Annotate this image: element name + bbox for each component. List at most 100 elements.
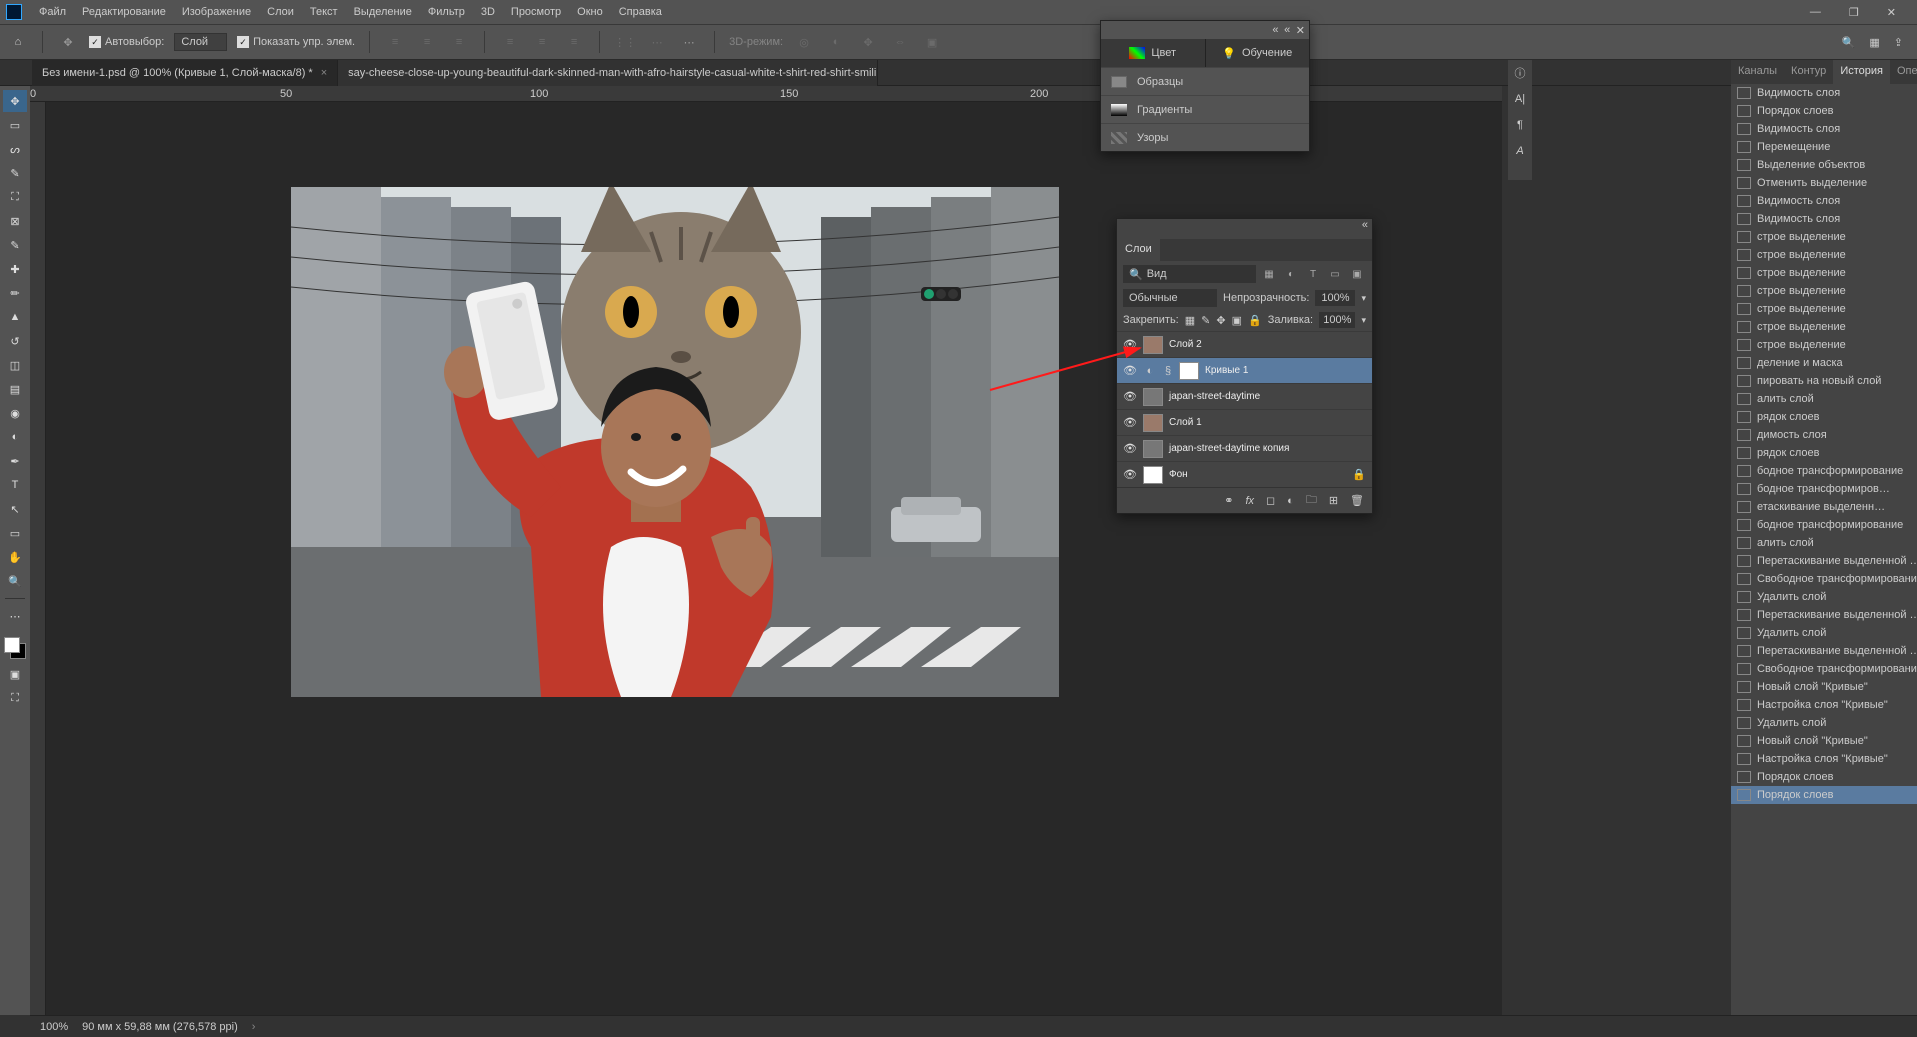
align-center-h-icon[interactable]: ≡: [416, 31, 438, 53]
layer-name[interactable]: Фон: [1169, 469, 1188, 480]
foreground-color[interactable]: [4, 637, 20, 653]
layer-name[interactable]: japan-street-daytime копия: [1169, 443, 1289, 454]
screen-mode-icon[interactable]: ⛶: [3, 687, 27, 709]
chevron-down-icon[interactable]: ▾: [1361, 315, 1366, 326]
hand-tool[interactable]: ✋: [3, 546, 27, 568]
lock-move-icon[interactable]: ✥: [1216, 314, 1225, 327]
visibility-icon[interactable]: 👁: [1123, 364, 1137, 377]
layer-fx-icon[interactable]: fx: [1245, 495, 1254, 507]
history-item[interactable]: Новый слой "Кривые": [1731, 732, 1917, 750]
layer-row[interactable]: 👁◐§Кривые 1: [1117, 357, 1372, 383]
menu-layers[interactable]: Слои: [260, 3, 301, 21]
history-item[interactable]: Отменить выделение: [1731, 174, 1917, 192]
history-item[interactable]: Настройка слоя "Кривые": [1731, 696, 1917, 714]
history-list[interactable]: Видимость слоя Порядок слоев Видимость сло…: [1731, 84, 1917, 1037]
lock-all-icon[interactable]: 🔒: [1248, 314, 1262, 327]
layer-thumb[interactable]: [1143, 414, 1163, 432]
layer-row[interactable]: 👁 Слой 1: [1117, 409, 1372, 435]
layers-tab[interactable]: Слои: [1117, 239, 1160, 261]
menu-filter[interactable]: Фильтр: [421, 3, 472, 21]
history-item[interactable]: строе выделение: [1731, 336, 1917, 354]
delete-layer-icon[interactable]: 🗑: [1350, 494, 1364, 507]
history-item[interactable]: Перетаскивание выделенной …: [1731, 552, 1917, 570]
chevron-down-icon[interactable]: ▾: [1361, 293, 1366, 304]
3d-roll-icon[interactable]: ◐: [825, 31, 847, 53]
history-item[interactable]: Удалить слой: [1731, 714, 1917, 732]
align-right-icon[interactable]: ≡: [448, 31, 470, 53]
gradients-row[interactable]: Градиенты: [1101, 95, 1309, 123]
history-item[interactable]: строе выделение: [1731, 264, 1917, 282]
history-item[interactable]: Перемещение: [1731, 138, 1917, 156]
history-item[interactable]: Видимость слоя: [1731, 210, 1917, 228]
history-item[interactable]: Порядок слоев: [1731, 768, 1917, 786]
history-item[interactable]: бодное трансформирование: [1731, 462, 1917, 480]
paragraph-icon[interactable]: ¶: [1508, 112, 1532, 138]
document-tab[interactable]: Без имени-1.psd @ 100% (Кривые 1, Слой-м…: [32, 60, 338, 86]
type-tool[interactable]: T: [3, 474, 27, 496]
layer-thumb[interactable]: [1143, 388, 1163, 406]
panel-close-icon[interactable]: ✕: [1296, 24, 1305, 37]
history-item[interactable]: Настройка слоя "Кривые": [1731, 750, 1917, 768]
zoom-level[interactable]: 100%: [40, 1021, 68, 1033]
history-item[interactable]: Порядок слоев: [1731, 786, 1917, 804]
visibility-icon[interactable]: 👁: [1123, 338, 1137, 351]
menu-help[interactable]: Справка: [612, 3, 669, 21]
maximize-icon[interactable]: ❐: [1842, 3, 1866, 22]
align-top-icon[interactable]: ≡: [499, 31, 521, 53]
history-item[interactable]: строе выделение: [1731, 318, 1917, 336]
history-item[interactable]: Видимость слоя: [1731, 192, 1917, 210]
crop-tool[interactable]: ⛶: [3, 186, 27, 208]
align-left-icon[interactable]: ≡: [384, 31, 406, 53]
collapsed-dock[interactable]: ⓘ A| ¶ A: [1508, 60, 1532, 180]
ruler-vertical[interactable]: [30, 102, 46, 1015]
layers-panel[interactable]: « Слои 🔍Вид ▦ ◐ T ▭ ▣ Обычные Непрозрачн…: [1116, 218, 1373, 514]
filter-adjust-icon[interactable]: ◐: [1282, 265, 1300, 283]
show-controls-checkbox[interactable]: ✓Показать упр. элем.: [237, 36, 355, 48]
group-icon[interactable]: 🗀: [1306, 491, 1317, 510]
align-center-v-icon[interactable]: ≡: [531, 31, 553, 53]
filter-smart-icon[interactable]: ▣: [1348, 265, 1366, 283]
share-icon[interactable]: ⇪: [1894, 36, 1903, 49]
eyedropper-tool[interactable]: ✎: [3, 234, 27, 256]
history-item[interactable]: рядок слоев: [1731, 444, 1917, 462]
history-item[interactable]: Свободное трансформирование: [1731, 660, 1917, 678]
menu-select[interactable]: Выделение: [347, 3, 419, 21]
move-tool[interactable]: ✥: [3, 90, 27, 112]
quick-select-tool[interactable]: ✎: [3, 162, 27, 184]
history-item[interactable]: Новый слой "Кривые": [1731, 678, 1917, 696]
history-item[interactable]: алить слой: [1731, 534, 1917, 552]
history-item[interactable]: Перетаскивание выделенной …: [1731, 606, 1917, 624]
layer-mask-thumb[interactable]: [1179, 362, 1199, 380]
actions-tab[interactable]: Операц: [1890, 60, 1917, 84]
visibility-icon[interactable]: 👁: [1123, 468, 1137, 481]
healing-tool[interactable]: ✚: [3, 258, 27, 280]
history-item[interactable]: рядок слоев: [1731, 408, 1917, 426]
layer-name[interactable]: Слой 2: [1169, 339, 1202, 350]
search-icon[interactable]: 🔍: [1842, 36, 1856, 49]
paths-tab[interactable]: Контур: [1784, 60, 1833, 84]
layer-row[interactable]: 👁 Слой 2: [1117, 331, 1372, 357]
distribute-h-icon[interactable]: ⋮⋮: [614, 31, 636, 53]
history-item[interactable]: Удалить слой: [1731, 588, 1917, 606]
link-layers-icon[interactable]: ⚭: [1224, 494, 1233, 507]
align-bottom-icon[interactable]: ≡: [563, 31, 585, 53]
tab-close-icon[interactable]: ×: [321, 67, 327, 79]
3d-slide-icon[interactable]: ⇔: [889, 31, 911, 53]
history-item[interactable]: Перетаскивание выделенной …: [1731, 642, 1917, 660]
layer-thumb[interactable]: [1143, 440, 1163, 458]
channels-tab[interactable]: Каналы: [1731, 60, 1784, 84]
layer-row[interactable]: 👁japan-street-daytime: [1117, 383, 1372, 409]
visibility-icon[interactable]: 👁: [1123, 390, 1137, 403]
brush-tool[interactable]: ✏: [3, 282, 27, 304]
layer-name[interactable]: Слой 1: [1169, 417, 1202, 428]
swatches-row[interactable]: Образцы: [1101, 67, 1309, 95]
path-tool[interactable]: ↖: [3, 498, 27, 520]
chevron-right-icon[interactable]: ›: [252, 1021, 256, 1033]
stamp-tool[interactable]: ▲: [3, 306, 27, 328]
visibility-icon[interactable]: 👁: [1123, 416, 1137, 429]
history-item[interactable]: Удалить слой: [1731, 624, 1917, 642]
color-learn-panel[interactable]: « « ✕ Цвет 💡Обучение Образцы Градиенты У…: [1100, 20, 1310, 152]
layer-row[interactable]: 👁Фон🔒: [1117, 461, 1372, 487]
history-item[interactable]: Выделение объектов: [1731, 156, 1917, 174]
menu-3d[interactable]: 3D: [474, 3, 502, 21]
